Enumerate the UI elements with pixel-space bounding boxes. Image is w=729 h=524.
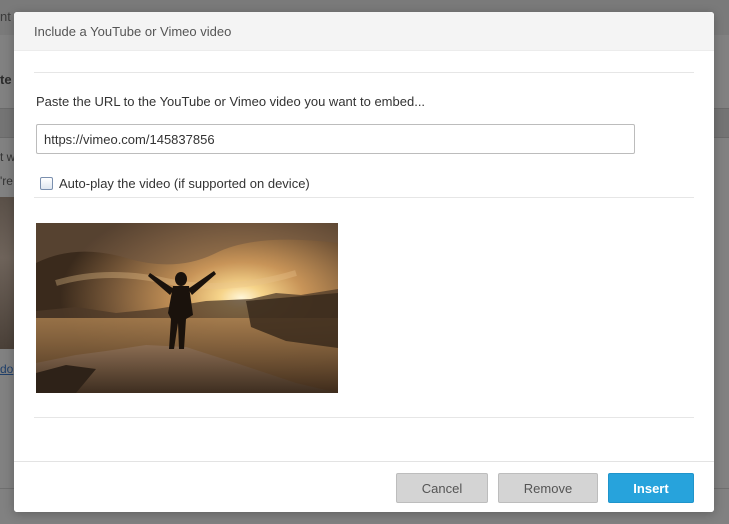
background-heading: te [0, 72, 12, 87]
video-url-input[interactable] [36, 124, 635, 154]
background-text-line: 're [0, 174, 13, 188]
dialog-title: Include a YouTube or Vimeo video [34, 24, 232, 39]
autoplay-checkbox[interactable] [40, 176, 53, 190]
cancel-button[interactable]: Cancel [396, 473, 488, 503]
dialog-header: Include a YouTube or Vimeo video [14, 12, 714, 51]
divider [34, 197, 694, 198]
background-link: do [0, 362, 14, 376]
background-topbar-text: nt [0, 9, 11, 24]
divider [34, 417, 694, 418]
autoplay-option[interactable]: Auto-play the video (if supported on dev… [40, 175, 310, 191]
remove-button[interactable]: Remove [498, 473, 598, 503]
video-preview-thumbnail [36, 223, 338, 393]
video-embed-dialog: Include a YouTube or Vimeo video Paste t… [14, 12, 714, 512]
divider [34, 72, 694, 73]
insert-button[interactable]: Insert [608, 473, 694, 503]
video-preview-image [36, 223, 338, 393]
autoplay-label: Auto-play the video (if supported on dev… [59, 175, 310, 191]
url-prompt-label: Paste the URL to the YouTube or Vimeo vi… [36, 94, 426, 109]
background-thumbnail [0, 197, 14, 349]
dialog-footer: Cancel Remove Insert [14, 461, 714, 512]
